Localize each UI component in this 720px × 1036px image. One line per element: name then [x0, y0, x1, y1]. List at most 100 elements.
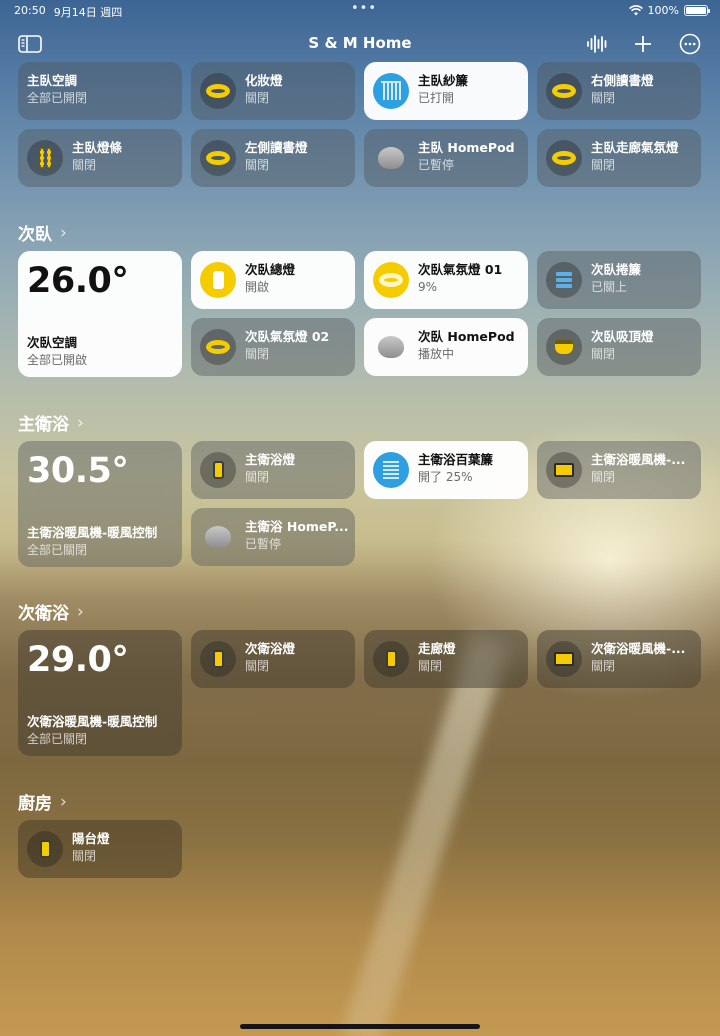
tile-name: 次臥氣氛燈 01 — [418, 262, 503, 277]
tile-master-curtain[interactable]: 主臥紗簾 已打開 — [364, 62, 528, 120]
tile-name: 左側讀書燈 — [245, 140, 308, 155]
tile-master-bath-homepod[interactable]: 主衛浴 HomeP... 已暫停 — [191, 508, 355, 566]
multitasking-dots[interactable]: ••• — [351, 1, 377, 16]
venetian-blind-icon — [373, 452, 409, 488]
heater-icon — [546, 641, 582, 677]
add-button[interactable] — [629, 30, 657, 58]
tile-state: 關閉 — [591, 347, 616, 361]
tile-master-light-strip[interactable]: 主臥燈條 關閉 — [18, 129, 182, 187]
tile-second-ambient-02[interactable]: 次臥氣氛燈 02 關閉 — [191, 318, 355, 376]
tile-state: 關閉 — [72, 158, 97, 172]
ring-light-icon — [373, 262, 409, 298]
wifi-icon — [628, 5, 643, 16]
home-title: S & M Home — [308, 34, 412, 52]
tile-state: 全部已開啟 — [27, 353, 88, 367]
tile-hallway-light[interactable]: 走廊燈 關閉 — [364, 630, 528, 688]
tile-master-hall-ambient[interactable]: 主臥走廊氣氛燈 關閉 — [537, 129, 701, 187]
more-button[interactable] — [676, 30, 704, 58]
ring-light-icon — [200, 73, 236, 109]
section-header-second-bedroom[interactable]: 次臥 › — [18, 220, 67, 246]
homepod-icon — [200, 519, 236, 555]
homepod-icon — [373, 329, 409, 365]
light-switch-icon — [373, 641, 409, 677]
section-title: 主衛浴 — [18, 415, 69, 435]
tile-name: 陽台燈 — [72, 831, 110, 846]
status-time: 20:50 — [14, 4, 46, 17]
tile-name: 主臥燈條 — [72, 140, 123, 155]
tile-second-bath-heater[interactable]: 次衛浴暖風機-... 關閉 — [537, 630, 701, 688]
chevron-right-icon: › — [77, 412, 84, 433]
plus-icon — [635, 36, 651, 52]
ring-light-icon — [546, 140, 582, 176]
tile-name: 次臥 HomePod — [418, 329, 515, 344]
tile-state: 關閉 — [245, 659, 270, 673]
temperature-value: 30.5° — [27, 451, 129, 491]
waveform-icon — [587, 35, 607, 53]
tile-name: 主衛浴暖風機-暖風控制 — [27, 525, 158, 540]
tile-master-bath-heater[interactable]: 主衛浴暖風機-... 關閉 — [537, 441, 701, 499]
tile-master-bath-light[interactable]: 主衛浴燈 關閉 — [191, 441, 355, 499]
ring-light-icon — [546, 73, 582, 109]
tile-name: 次衛浴暖風機-暖風控制 — [27, 714, 158, 729]
home-indicator[interactable] — [240, 1024, 480, 1029]
tile-master-ac[interactable]: 主臥空調 全部已開閉 — [18, 62, 182, 120]
ceiling-light-icon — [546, 329, 582, 365]
tile-state: 全部已開閉 — [27, 91, 88, 105]
tile-state: 關閉 — [245, 347, 270, 361]
section-header-master-bath[interactable]: 主衛浴 › — [18, 410, 84, 436]
tile-second-homepod[interactable]: 次臥 HomePod 播放中 — [364, 318, 528, 376]
ring-light-icon — [200, 140, 236, 176]
status-right: 100% — [628, 4, 710, 17]
homepod-icon — [373, 140, 409, 176]
tile-right-reading-light[interactable]: 右側讀書燈 關閉 — [537, 62, 701, 120]
tile-name: 主衛浴百葉簾 — [418, 452, 494, 467]
tile-second-main-light[interactable]: 次臥總燈 開啟 — [191, 251, 355, 309]
chevron-right-icon: › — [77, 601, 84, 622]
tile-state: 關閉 — [245, 158, 270, 172]
curtain-icon — [373, 73, 409, 109]
light-switch-icon — [200, 262, 236, 298]
tile-master-bath-heater-control[interactable]: 30.5° 主衛浴暖風機-暖風控制 全部已關閉 — [18, 441, 182, 567]
tile-second-bath-light[interactable]: 次衛浴燈 關閉 — [191, 630, 355, 688]
tile-master-bath-blinds[interactable]: 主衛浴百葉簾 開了 25% — [364, 441, 528, 499]
tile-name: 次臥氣氛燈 02 — [245, 329, 330, 344]
tile-state: 關閉 — [591, 470, 616, 484]
tile-name: 次臥總燈 — [245, 262, 296, 277]
tile-state: 關閉 — [245, 91, 270, 105]
tile-second-roller-blind[interactable]: 次臥捲簾 已關上 — [537, 251, 701, 309]
tile-name: 主臥紗簾 — [418, 73, 469, 88]
section-title: 次臥 — [18, 225, 52, 245]
chevron-right-icon: › — [60, 222, 67, 243]
chevron-right-icon: › — [60, 791, 67, 812]
tile-balcony-light[interactable]: 陽台燈 關閉 — [18, 820, 182, 878]
tile-name: 主衛浴 HomeP... — [245, 519, 349, 534]
tile-name: 次臥捲簾 — [591, 262, 642, 277]
section-title: 次衛浴 — [18, 604, 69, 624]
tile-left-reading-light[interactable]: 左側讀書燈 關閉 — [191, 129, 355, 187]
light-switch-icon — [200, 641, 236, 677]
status-date: 9月14日 週四 — [53, 6, 123, 19]
tile-second-ambient-01[interactable]: 次臥氣氛燈 01 9% — [364, 251, 528, 309]
tile-name: 次臥空調 — [27, 335, 78, 350]
tile-name: 次臥吸頂燈 — [591, 329, 654, 344]
tile-name: 主臥 HomePod — [418, 140, 515, 155]
tile-state: 關閉 — [591, 91, 616, 105]
battery-percent: 100% — [647, 4, 679, 17]
tile-second-ceiling-light[interactable]: 次臥吸頂燈 關閉 — [537, 318, 701, 376]
section-header-second-bath[interactable]: 次衛浴 › — [18, 599, 84, 625]
tile-second-ac[interactable]: 26.0° 次臥空調 全部已開啟 — [18, 251, 182, 377]
tile-master-homepod[interactable]: 主臥 HomePod 已暫停 — [364, 129, 528, 187]
tile-name: 走廊燈 — [418, 641, 456, 656]
section-header-kitchen[interactable]: 廚房 › — [18, 789, 67, 815]
tile-state: 關閉 — [245, 470, 270, 484]
tile-state: 開了 25% — [418, 470, 473, 484]
tile-state: 開啟 — [245, 280, 270, 294]
tile-second-bath-heater-control[interactable]: 29.0° 次衛浴暖風機-暖風控制 全部已關閉 — [18, 630, 182, 756]
tile-makeup-light[interactable]: 化妝燈 關閉 — [191, 62, 355, 120]
tile-state: 已暫停 — [245, 537, 282, 551]
tile-state: 9% — [418, 280, 438, 294]
intercom-button[interactable] — [583, 30, 611, 58]
heater-icon — [546, 452, 582, 488]
tile-name: 主衛浴暖風機-... — [591, 452, 686, 467]
battery-icon — [684, 5, 710, 16]
